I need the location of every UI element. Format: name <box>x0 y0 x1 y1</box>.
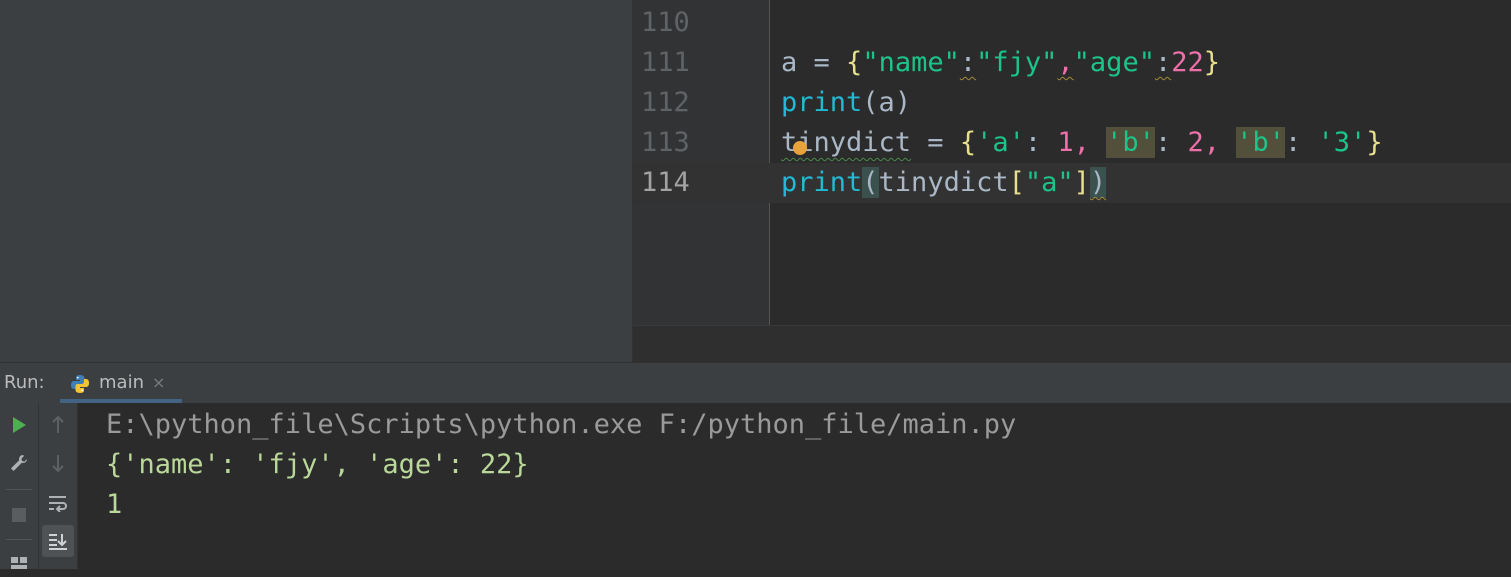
wrench-icon <box>11 455 27 471</box>
line-number: 112 <box>641 87 690 118</box>
line-number: 110 <box>641 7 690 38</box>
code-text: tinydict = {'a': 1, 'b': 2, 'b': '3'} <box>781 127 1383 158</box>
code-line[interactable]: 110 <box>633 3 1511 43</box>
run-tab-label: main <box>99 372 144 393</box>
console-output-line: {'name': 'fjy', 'age': 22} <box>106 449 529 480</box>
console-output-line: 1 <box>106 489 123 520</box>
python-icon <box>71 375 89 393</box>
stop-button[interactable] <box>3 499 35 531</box>
stop-icon <box>12 508 26 522</box>
code-text: print(tinydict["a"]) <box>781 167 1107 198</box>
project-pane <box>0 0 632 362</box>
code-line[interactable]: 112 print(a) <box>633 83 1511 123</box>
scroll-down-button[interactable] <box>42 447 74 479</box>
wrap-icon <box>49 496 67 512</box>
console-output[interactable]: E:\python_file\Scripts\python.exe F:/pyt… <box>78 403 1511 569</box>
run-tab-main[interactable]: main × <box>60 363 182 403</box>
run-toolbar <box>0 403 39 569</box>
code-line[interactable]: 111 a = {"name":"fjy","age":22} <box>633 43 1511 83</box>
toolbar-divider <box>6 539 32 540</box>
console-command-line: E:\python_file\Scripts\python.exe F:/pyt… <box>106 409 1017 440</box>
lightbulb-icon[interactable] <box>793 141 807 155</box>
play-icon <box>13 417 26 433</box>
scroll-end-icon <box>49 534 67 550</box>
run-label: Run: <box>4 372 45 393</box>
line-number: 111 <box>641 47 690 78</box>
scroll-to-end-button[interactable] <box>42 525 74 557</box>
toolbar-divider <box>6 489 32 490</box>
code-line-current[interactable]: 114 print(tinydict["a"]) <box>633 163 1511 203</box>
code-line[interactable]: 113 tinydict = {'a': 1, 'b': 2, 'b': '3'… <box>633 123 1511 163</box>
arrow-down-icon <box>52 455 64 473</box>
arrow-up-icon <box>52 415 64 433</box>
scroll-up-button[interactable] <box>42 409 74 441</box>
settings-button[interactable] <box>3 447 35 479</box>
code-text: a = {"name":"fjy","age":22} <box>781 47 1220 78</box>
code-editor[interactable]: 110 111 a = {"name":"fjy","age":22} 112 … <box>632 0 1511 363</box>
close-icon[interactable]: × <box>152 363 165 403</box>
editor-footer <box>633 325 1511 363</box>
run-toolwindow-header: Run: main × <box>0 362 1511 404</box>
code-text: print(a) <box>781 87 912 118</box>
console-toolbar <box>39 403 78 569</box>
layout-button[interactable] <box>3 545 35 577</box>
soft-wrap-button[interactable] <box>42 487 74 519</box>
line-number: 113 <box>641 127 690 158</box>
layout-icon <box>11 557 27 569</box>
rerun-button[interactable] <box>3 409 35 441</box>
line-number: 114 <box>641 167 690 198</box>
